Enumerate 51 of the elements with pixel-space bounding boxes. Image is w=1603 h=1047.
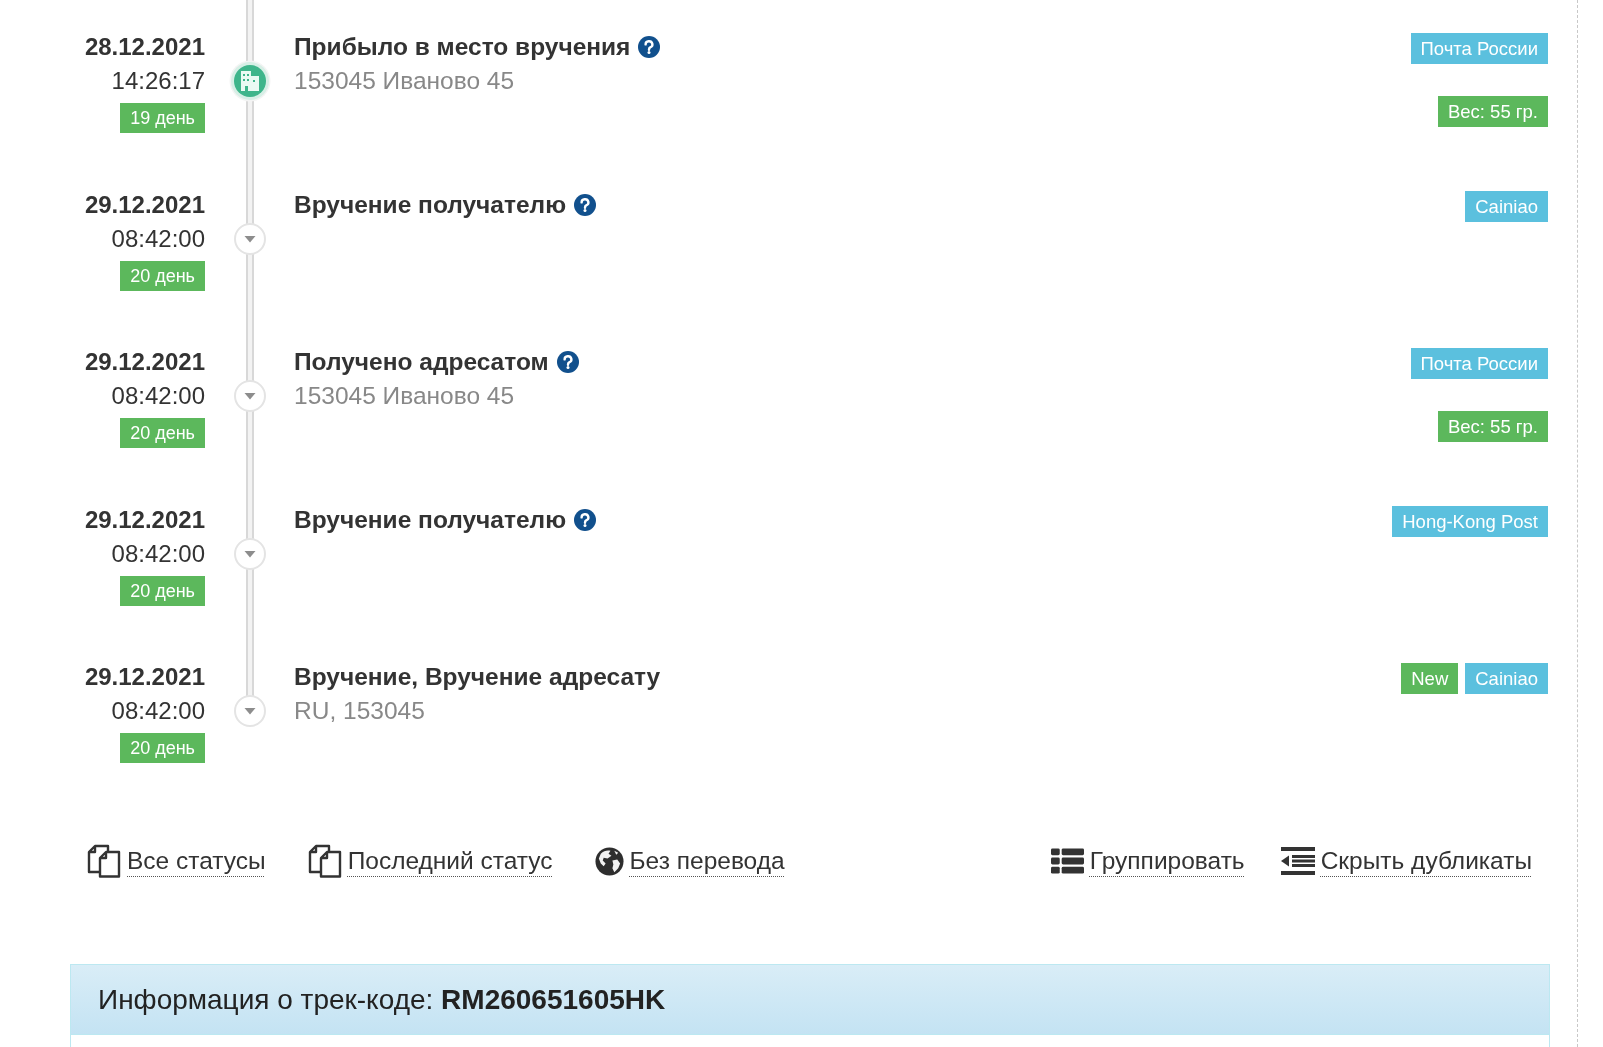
documents-icon <box>87 844 121 878</box>
globe-icon <box>594 846 624 876</box>
event-title: Вручение получателю <box>294 189 567 220</box>
day-tag: 19 день <box>120 103 205 133</box>
service-tag: Cainiao <box>1465 190 1548 222</box>
event-title: Прибыло в место вручения <box>294 32 631 62</box>
event-date: 29.12.2021 <box>83 504 205 535</box>
event-time: 08:42:00 <box>110 538 205 569</box>
weight-tag: Вес: 55 гр. <box>1437 411 1548 442</box>
event-time: 14:26:17 <box>110 66 205 96</box>
toolbar-link[interactable]: Все статусы <box>87 844 266 878</box>
caret-icon <box>233 537 266 570</box>
caret-icon <box>233 380 266 412</box>
toolbar-link[interactable]: Скрыть дубликаты <box>1280 846 1532 876</box>
list-icon <box>1050 848 1084 874</box>
event-title: Вручение, Вручение адресату <box>294 662 661 692</box>
event-title: Вручение получателю <box>294 504 567 535</box>
help-icon[interactable] <box>574 193 597 216</box>
event-time: 08:42:00 <box>110 696 205 726</box>
service-tag: Hong-Kong Post <box>1392 505 1548 537</box>
caret-icon <box>233 695 266 727</box>
outdent-icon <box>1280 847 1315 875</box>
event-time: 08:42:00 <box>110 381 205 411</box>
event-date: 29.12.2021 <box>83 662 205 692</box>
event-time: 08:42:00 <box>110 223 205 254</box>
toolbar-link[interactable]: Группировать <box>1050 846 1245 876</box>
toolbar-link[interactable]: Без перевода <box>594 846 785 876</box>
service-tag: Почта России <box>1410 348 1548 379</box>
help-icon[interactable] <box>638 36 661 58</box>
weight-tag: Вес: 55 гр. <box>1437 96 1548 127</box>
service-tag: Cainiao <box>1465 663 1548 694</box>
help-icon[interactable] <box>556 351 579 373</box>
service-tag: New <box>1401 663 1459 694</box>
event-title: Получено адресатом <box>294 347 549 377</box>
help-icon[interactable] <box>574 508 597 531</box>
event-date: 29.12.2021 <box>83 189 205 220</box>
panel-title: Информация о трек-коде: RM260651605HK <box>98 983 666 1016</box>
event-address: 153045 Иваново 45 <box>294 66 516 96</box>
building-icon <box>228 60 271 102</box>
day-tag: 20 день <box>120 260 205 291</box>
caret-icon <box>233 222 266 255</box>
toolbar-link[interactable]: Последний статус <box>307 844 553 878</box>
event-address: RU, 153045 <box>294 696 426 726</box>
event-date: 28.12.2021 <box>83 32 205 62</box>
day-tag: 20 день <box>120 575 205 606</box>
event-address: 153045 Иваново 45 <box>294 381 516 411</box>
service-tag: Почта России <box>1410 33 1548 64</box>
day-tag: 20 день <box>120 418 205 448</box>
day-tag: 20 день <box>120 733 205 763</box>
documents-icon <box>307 844 342 878</box>
event-date: 29.12.2021 <box>83 347 205 377</box>
